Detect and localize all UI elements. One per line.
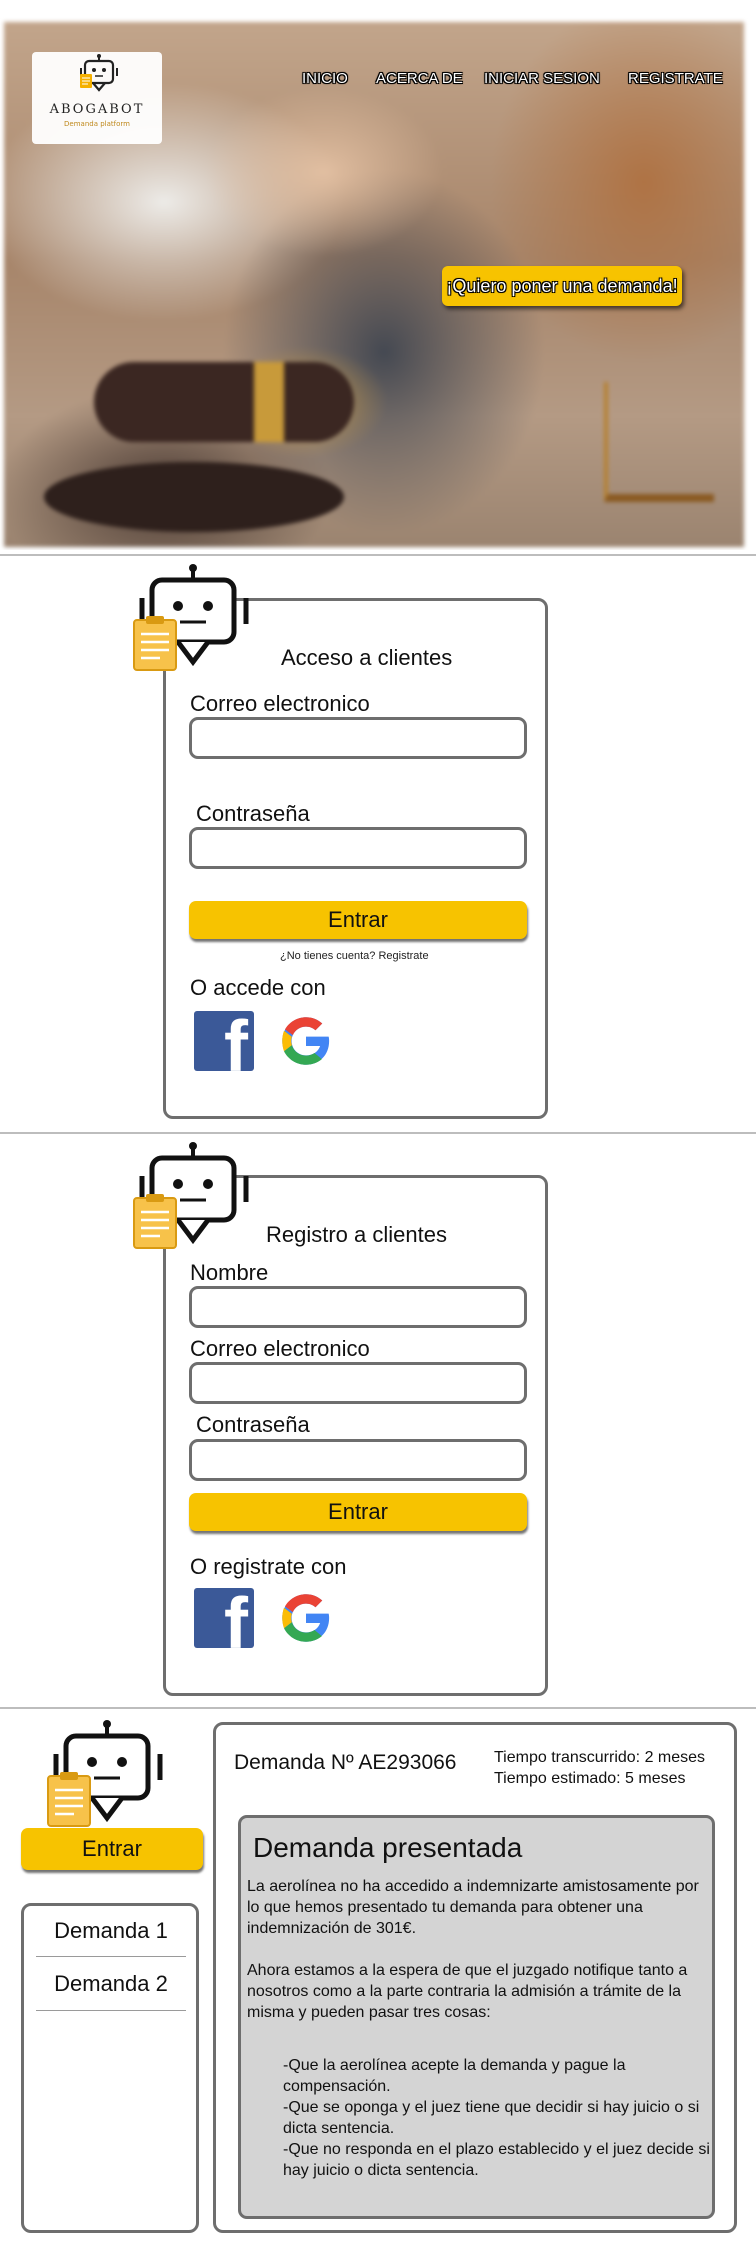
list-item-demand-2[interactable]: Demanda 2 xyxy=(34,1971,188,1997)
robot-chat-icon xyxy=(47,1720,163,1827)
facebook-login-icon[interactable]: f xyxy=(194,1011,254,1071)
robot-chat-icon xyxy=(133,1142,249,1249)
nav-inicio[interactable]: INICIO xyxy=(302,70,348,87)
login-submit-button[interactable]: Entrar xyxy=(189,901,527,939)
demand-list: Demanda 1 Demanda 2 xyxy=(21,1903,199,2233)
status-paragraph-2: Ahora estamos a la espera de que el juzg… xyxy=(247,1962,688,2021)
login-password-input[interactable] xyxy=(189,827,527,869)
register-title: Registro a clientes xyxy=(266,1222,447,1247)
section-divider xyxy=(0,554,756,556)
brand-logo[interactable]: ABOGABOT Demanda platform xyxy=(32,52,162,144)
demand-detail-panel: Demanda Nº AE293066 Tiempo transcurrido:… xyxy=(213,1722,737,2233)
section-divider xyxy=(0,1707,756,1709)
document-icon xyxy=(133,1194,177,1249)
outcome-item: -Que la aerolínea acepte la demanda y pa… xyxy=(283,2057,626,2095)
register-name-input[interactable] xyxy=(189,1286,527,1328)
list-divider xyxy=(36,1956,186,1957)
document-icon xyxy=(133,616,177,671)
register-name-label: Nombre xyxy=(190,1260,269,1285)
register-alt-label: O registrate con xyxy=(190,1554,347,1579)
list-divider xyxy=(36,2010,186,2011)
register-link[interactable]: ¿No tienes cuenta? Registrate xyxy=(280,950,429,962)
login-title: Acceso a clientes xyxy=(281,645,453,670)
robot-chat-icon xyxy=(133,564,249,671)
status-title: Demanda presentada xyxy=(253,1832,523,1863)
outcome-item: -Que se oponga y el juez tiene que decid… xyxy=(283,2099,700,2137)
brand-tagline: Demanda platform xyxy=(64,120,130,128)
demand-number: Demanda Nº AE293066 xyxy=(234,1751,457,1774)
google-register-icon[interactable] xyxy=(276,1588,336,1648)
file-claim-button[interactable]: ¡Quiero poner una demanda! xyxy=(442,266,682,306)
section-divider xyxy=(0,1132,756,1134)
login-alt-label: O accede con xyxy=(190,975,326,1000)
list-item-demand-1[interactable]: Demanda 1 xyxy=(34,1918,188,1944)
register-password-label: Contraseña xyxy=(196,1412,310,1437)
dashboard-enter-button[interactable]: Entrar xyxy=(21,1828,203,1870)
register-password-input[interactable] xyxy=(189,1439,527,1481)
facebook-register-icon[interactable]: f xyxy=(194,1588,254,1648)
top-nav: INICIO ACERCA DE INICIAR SESION REGISTRA… xyxy=(300,70,740,94)
login-email-label: Correo electronico xyxy=(190,691,370,716)
outcome-item: -Que no responda en el plazo establecido… xyxy=(283,2141,710,2179)
register-email-label: Correo electronico xyxy=(190,1336,370,1361)
time-elapsed: Tiempo transcurrido: 2 meses xyxy=(494,1749,706,1766)
time-estimated: Tiempo estimado: 5 meses xyxy=(494,1770,686,1787)
robot-logo-icon xyxy=(80,54,118,92)
outcome-list: -Que la aerolínea acepte la demanda y pa… xyxy=(283,2055,713,2181)
google-login-icon[interactable] xyxy=(276,1011,336,1071)
brand-name: ABOGABOT xyxy=(49,102,145,117)
register-submit-button[interactable]: Entrar xyxy=(189,1493,527,1531)
login-password-label: Contraseña xyxy=(196,801,310,826)
login-email-input[interactable] xyxy=(189,717,527,759)
status-paragraph-1: La aerolínea no ha accedido a indemnizar… xyxy=(247,1878,699,1937)
register-email-input[interactable] xyxy=(189,1362,527,1404)
hero-section: ABOGABOT Demanda platform INICIO ACERCA … xyxy=(0,0,756,550)
demand-status-box: Demanda presentada La aerolínea no ha ac… xyxy=(238,1815,715,2219)
document-icon xyxy=(47,1772,91,1827)
nav-registrate[interactable]: REGISTRATE xyxy=(628,70,723,87)
nav-acerca-de[interactable]: ACERCA DE xyxy=(376,70,463,87)
nav-iniciar-sesion[interactable]: INICIAR SESION xyxy=(484,70,600,87)
